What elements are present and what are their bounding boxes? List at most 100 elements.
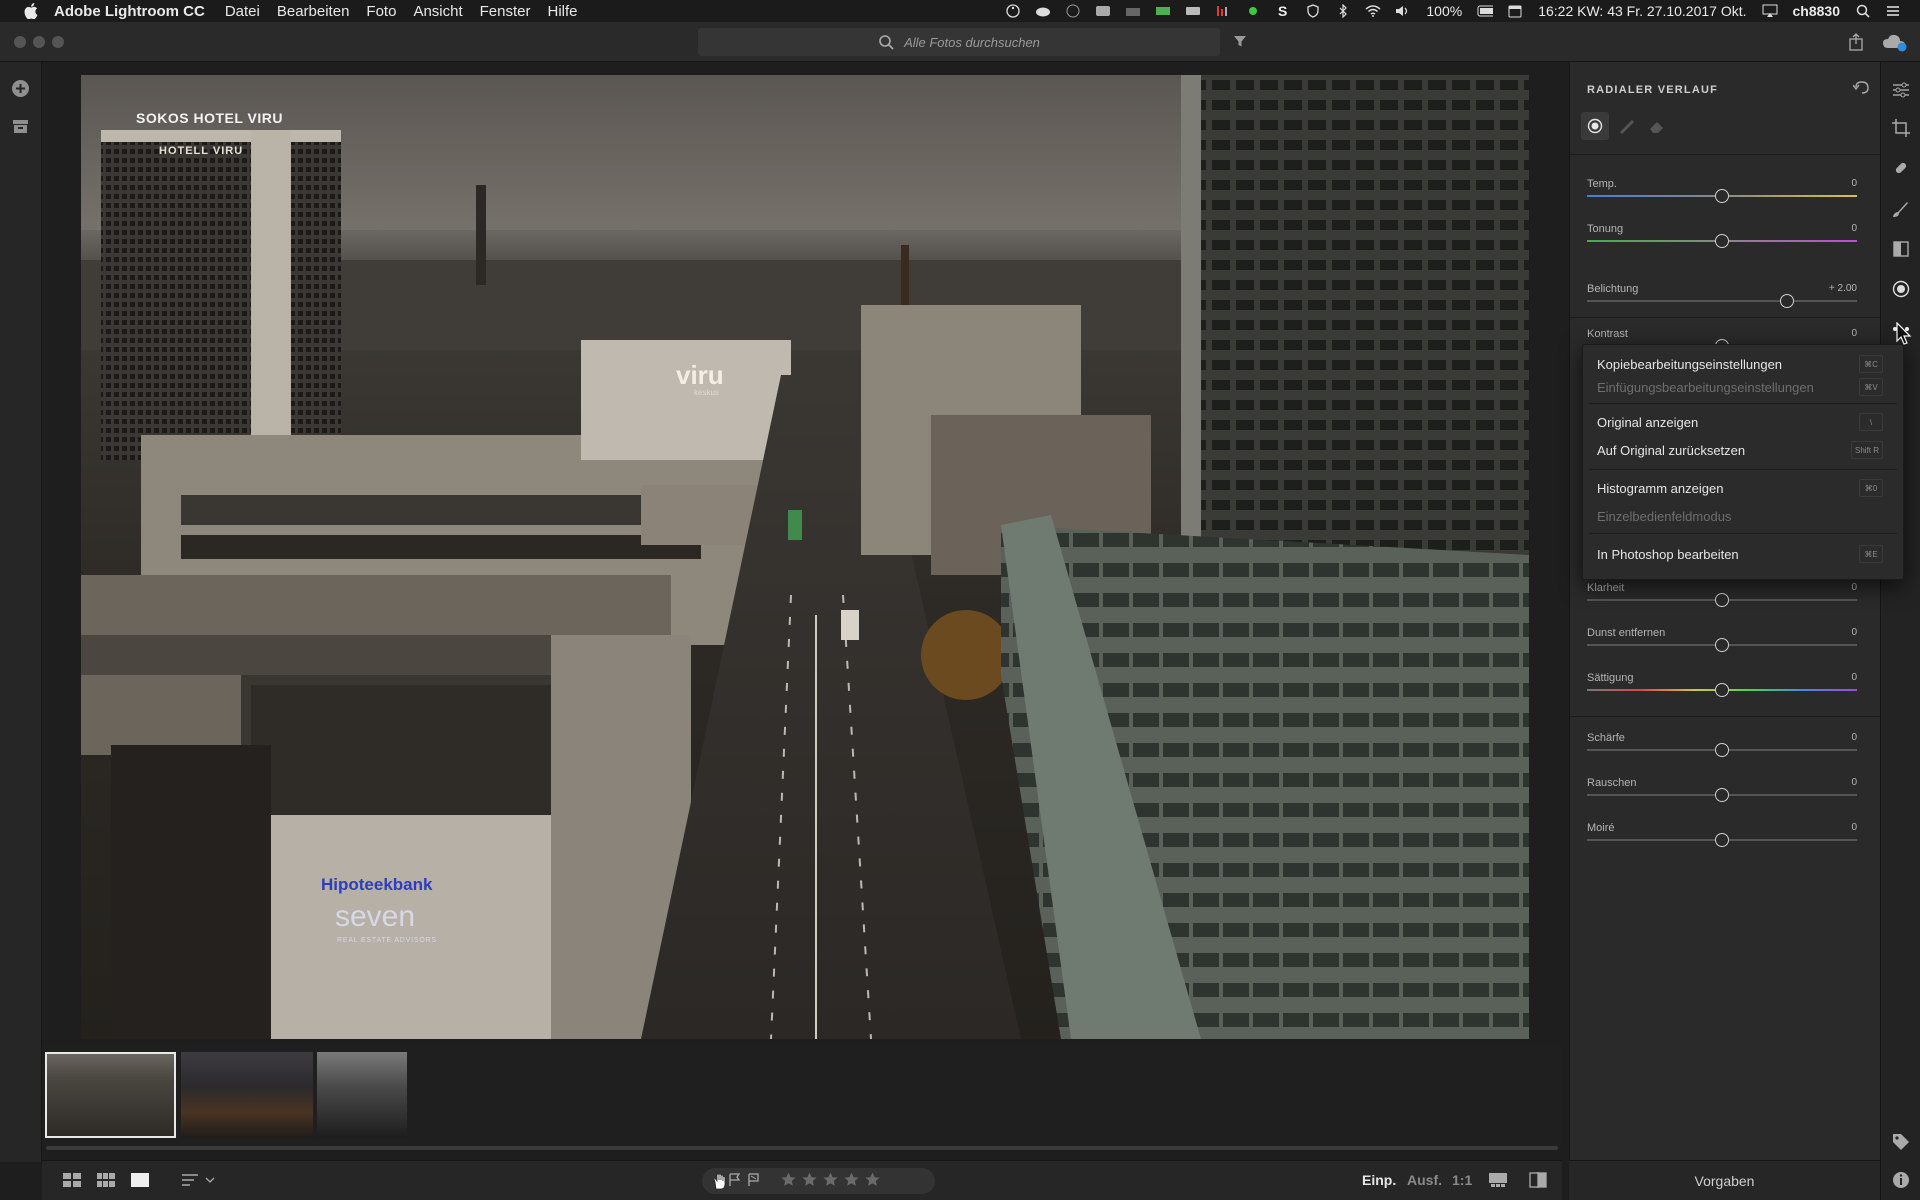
slider-value[interactable]: 0 (1851, 178, 1857, 189)
fill-view-button[interactable]: Ausf. (1407, 1172, 1442, 1188)
star-icon[interactable] (865, 1172, 880, 1187)
menu-ansicht[interactable]: Ansicht (413, 3, 462, 20)
slider-klarheit[interactable]: Klarheit 0 (1587, 582, 1857, 627)
volume-icon[interactable] (1395, 4, 1411, 18)
star-icon[interactable] (823, 1172, 838, 1187)
wifi-icon[interactable] (1365, 4, 1381, 18)
airplay-icon[interactable] (1762, 4, 1778, 18)
fit-view-button[interactable]: Einp. (1362, 1172, 1396, 1188)
filmstrip-thumb-2[interactable] (181, 1052, 313, 1138)
slider-value[interactable]: 0 (1851, 732, 1857, 743)
menu-item-show-histogram[interactable]: Histogramm anzeigen ⌘0 (1597, 477, 1887, 499)
slider-knob[interactable] (1715, 638, 1729, 652)
slider-knob[interactable] (1715, 683, 1729, 697)
compare-view-icon[interactable] (1529, 1172, 1547, 1191)
sort-icon[interactable] (182, 1173, 216, 1190)
photo-grid-icon[interactable] (97, 1173, 115, 1190)
radial-mask-tool[interactable] (1581, 112, 1609, 140)
slider-value[interactable]: 0 (1851, 223, 1857, 234)
slider-tonung[interactable]: Tonung 0 (1587, 223, 1857, 268)
creative-cloud-icon[interactable] (1035, 4, 1051, 18)
brush-icon[interactable] (1891, 199, 1911, 219)
slider-moiré[interactable]: Moiré 0 (1587, 822, 1857, 867)
slider-knob[interactable] (1715, 189, 1729, 203)
linear-gradient-icon[interactable] (1891, 239, 1911, 259)
healing-brush-icon[interactable] (1891, 158, 1911, 178)
reject-flag-icon[interactable] (747, 1173, 761, 1190)
menu-bearbeiten[interactable]: Bearbeiten (277, 3, 350, 20)
filter-icon[interactable] (1233, 34, 1247, 53)
menu-fenster[interactable]: Fenster (480, 3, 531, 20)
window-close-button[interactable] (14, 36, 26, 48)
filmstrip-thumb-3[interactable] (317, 1052, 407, 1138)
menu-hilfe[interactable]: Hilfe (548, 3, 578, 20)
filmstrip-thumb-1[interactable] (45, 1052, 176, 1138)
filmstrip-toggle-icon[interactable] (1489, 1173, 1507, 1190)
window-minimize-button[interactable] (33, 36, 45, 48)
apple-icon[interactable] (18, 0, 44, 22)
menu-item-reset-to-original[interactable]: Auf Original zurücksetzen Shift R (1597, 439, 1887, 461)
istat-icon[interactable] (1215, 4, 1231, 18)
menu-item-show-original[interactable]: Original anzeigen \ (1597, 411, 1887, 433)
slider-value[interactable]: 0 (1851, 777, 1857, 788)
slider-rauschen[interactable]: Rauschen 0 (1587, 777, 1857, 822)
slider-knob[interactable] (1715, 743, 1729, 757)
slider-track[interactable] (1587, 300, 1857, 302)
crop-icon[interactable] (1891, 118, 1911, 138)
shield-icon[interactable] (1305, 4, 1321, 18)
edit-sliders-icon[interactable] (1891, 80, 1911, 100)
keyword-tag-icon[interactable] (1891, 1132, 1911, 1152)
info-icon[interactable] (1891, 1170, 1911, 1190)
menu-item-edit-in-photoshop[interactable]: In Photoshop bearbeiten ⌘E (1597, 543, 1887, 565)
slider-knob[interactable] (1715, 788, 1729, 802)
slider-value[interactable]: 0 (1851, 328, 1857, 339)
accessibility-icon[interactable] (1005, 4, 1021, 18)
menu-datei[interactable]: Datei (225, 3, 260, 20)
slider-knob[interactable] (1715, 234, 1729, 248)
brush-add-icon[interactable] (1618, 118, 1634, 139)
slider-value[interactable]: 0 (1851, 822, 1857, 833)
menubar-user[interactable]: ch8830 (1793, 3, 1840, 19)
timer-icon[interactable] (1065, 4, 1081, 18)
main-photo[interactable]: SOKOS HOTEL VIRU HOTELL VIRU viru keskus… (81, 75, 1529, 1039)
menu-foto[interactable]: Foto (366, 3, 396, 20)
add-photos-icon[interactable] (11, 79, 30, 103)
presets-button[interactable]: Vorgaben (1569, 1160, 1880, 1200)
slider-temp-[interactable]: Temp. 0 (1587, 178, 1857, 223)
slider-value[interactable]: 0 (1851, 672, 1857, 683)
library-icon[interactable] (12, 119, 29, 139)
slider-knob[interactable] (1715, 593, 1729, 607)
keyboard-icon[interactable] (1185, 4, 1201, 18)
reset-icon[interactable] (1852, 80, 1871, 101)
window-zoom-button[interactable] (52, 36, 64, 48)
slider-value[interactable]: + 2.00 (1829, 283, 1857, 294)
filmstrip-scrollbar[interactable] (46, 1146, 1558, 1150)
bluetooth-icon[interactable] (1335, 4, 1351, 18)
battery-status-icon[interactable] (1155, 4, 1171, 18)
display-icon[interactable] (1095, 4, 1111, 18)
slider-value[interactable]: 0 (1851, 627, 1857, 638)
green-dot-icon[interactable] (1245, 4, 1261, 18)
radial-gradient-icon[interactable] (1891, 279, 1911, 299)
star-rating[interactable] (781, 1172, 880, 1187)
pick-flag-icon[interactable] (728, 1173, 742, 1190)
search-input[interactable]: Alle Fotos durchsuchen (698, 28, 1220, 56)
slider-knob[interactable] (1779, 294, 1794, 308)
square-grid-icon[interactable] (63, 1173, 81, 1190)
calendar-icon[interactable] (1507, 4, 1523, 18)
eraser-icon[interactable] (1649, 118, 1665, 139)
menu-app-name[interactable]: Adobe Lightroom CC (54, 3, 205, 20)
slider-knob[interactable] (1715, 833, 1729, 847)
slider-value[interactable]: 0 (1851, 582, 1857, 593)
star-icon[interactable] (781, 1172, 796, 1187)
star-icon[interactable] (844, 1172, 859, 1187)
slider-sättigung[interactable]: Sättigung 0 (1587, 672, 1857, 717)
slider-belichtung[interactable]: Belichtung + 2.00 (1587, 283, 1857, 328)
slider-schärfe[interactable]: Schärfe 0 (1587, 732, 1857, 777)
one-to-one-view-button[interactable]: 1:1 (1452, 1172, 1472, 1188)
slider-dunst-entfernen[interactable]: Dunst entfernen 0 (1587, 627, 1857, 672)
star-icon[interactable] (802, 1172, 817, 1187)
menubar-datetime[interactable]: 16:22 KW: 43 Fr. 27.10.2017 Okt. (1538, 3, 1746, 19)
menu-item-copy-settings[interactable]: Kopiebearbeitungseinstellungen ⌘C (1597, 353, 1887, 375)
s-app-icon[interactable]: S (1275, 4, 1291, 18)
